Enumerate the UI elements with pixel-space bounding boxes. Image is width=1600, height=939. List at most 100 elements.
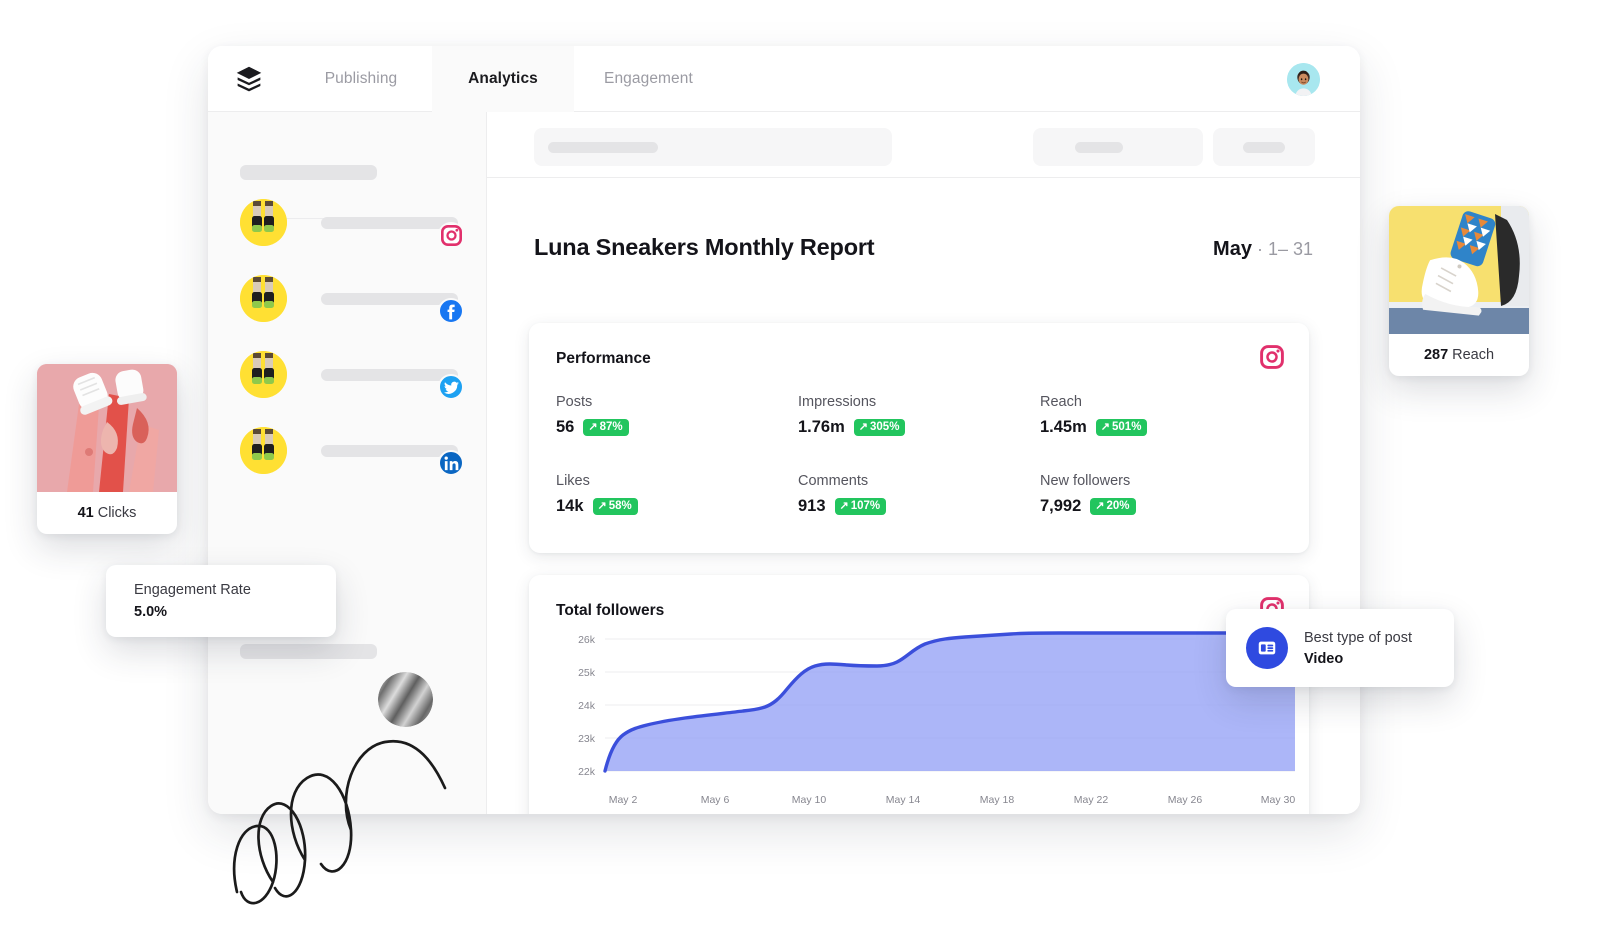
sidebar-account-name-placeholder: [321, 216, 458, 229]
trend-up-icon: ↗: [839, 499, 849, 512]
engagement-rate-float-card[interactable]: Engagement Rate 5.0%: [106, 565, 336, 637]
total-followers-card-title: Total followers: [556, 602, 665, 619]
avatar: [240, 427, 287, 474]
app-logo[interactable]: [208, 65, 290, 93]
avatar[interactable]: [1287, 63, 1320, 96]
metric-delta: 501%: [1112, 420, 1142, 433]
sidebar-account-name-placeholder: [321, 368, 458, 381]
sidebar-account-facebook[interactable]: [240, 275, 464, 324]
toolbar-button-2-label: [1243, 141, 1285, 153]
metric-delta: 305%: [870, 420, 900, 433]
report-header: Luna Sneakers Monthly Report May · 1– 31: [534, 234, 1313, 261]
metric-value: 56: [556, 418, 575, 436]
metric-value: 1.76m: [798, 418, 845, 436]
metric-posts: Posts 56 ↗ 87%: [556, 394, 798, 437]
sidebar-account-linkedin[interactable]: [240, 427, 464, 476]
reach-value: 287: [1423, 347, 1449, 363]
metric-delta: 20%: [1106, 499, 1130, 512]
report-month: May: [1213, 238, 1252, 260]
tab-analytics-label: Analytics: [468, 69, 538, 87]
metric-delta: 87%: [599, 420, 623, 433]
x-tick-label: May 6: [701, 794, 730, 806]
sneaker-avatar-icon: [240, 427, 287, 474]
texture-photo-icon: [378, 672, 433, 727]
best-post-float-card[interactable]: Best type of post Video: [1226, 609, 1454, 687]
linkedin-icon: [438, 450, 464, 476]
x-tick-label: May 30: [1261, 794, 1296, 806]
metric-label: Posts: [556, 394, 593, 410]
performance-card: Performance Posts 56 ↗ 87% Impressions 1…: [529, 323, 1309, 553]
sidebar-account-name-placeholder: [321, 292, 458, 305]
status-badge: ↗ 87%: [583, 419, 629, 436]
instagram-icon: [438, 222, 464, 248]
y-tick-label: 25k: [578, 667, 596, 679]
search-input[interactable]: [534, 128, 892, 166]
sneaker-yellow-photo: [1389, 206, 1529, 334]
user-avatar-icon: [1287, 63, 1320, 96]
x-tick-label: May 18: [980, 794, 1015, 806]
sneaker-avatar-icon: [240, 351, 287, 398]
sidebar-account-name-placeholder: [321, 444, 458, 457]
search-placeholder: [548, 141, 658, 153]
sidebar-footer-placeholder: [240, 644, 377, 659]
tab-engagement[interactable]: Engagement: [574, 46, 723, 112]
metric-delta: 107%: [850, 499, 881, 512]
trend-up-icon: ↗: [597, 499, 607, 512]
content-toolbar: [487, 112, 1360, 178]
engagement-rate-value: 5.0%: [134, 604, 168, 620]
metric-label: Likes: [556, 473, 590, 489]
chart-x-axis: May 2 May 6 May 10 May 14 May 18 May 22 …: [609, 794, 1296, 806]
x-tick-label: May 2: [609, 794, 638, 806]
nav-tabs: Publishing Analytics Engagement: [290, 46, 723, 112]
buffer-stack-logo-icon: [236, 66, 262, 91]
y-tick-label: 24k: [578, 700, 596, 712]
sidebar: [208, 112, 487, 814]
metric-new-followers: New followers 7,992 ↗ 20%: [1040, 473, 1282, 516]
reach-float-card[interactable]: 287 Reach: [1389, 206, 1529, 376]
metric-value: 14k: [556, 497, 584, 515]
avatar: [240, 351, 287, 398]
tab-publishing-label: Publishing: [324, 69, 398, 87]
status-badge: ↗ 107%: [834, 498, 887, 515]
status-badge: ↗ 305%: [853, 419, 906, 436]
metric-value: 7,992: [1040, 497, 1082, 515]
toolbar-button-1-label: [1075, 141, 1123, 153]
page-title: Luna Sneakers Monthly Report: [534, 234, 875, 260]
toolbar-button-2[interactable]: [1213, 128, 1315, 166]
sidebar-account-twitter[interactable]: [240, 351, 464, 400]
reach-caption: 287 Reach: [1389, 334, 1529, 376]
facebook-icon: [438, 298, 464, 324]
tab-analytics[interactable]: Analytics: [432, 46, 574, 112]
metric-row: Posts 56 ↗87% Impressions 1.76m ↗305%: [556, 394, 1282, 437]
engagement-rate-label: Engagement Rate: [134, 582, 251, 598]
metric-label: Reach: [1040, 394, 1082, 410]
metric-comments: Comments 913 ↗ 107%: [798, 473, 1040, 516]
sidebar-account-instagram[interactable]: [240, 199, 464, 248]
x-tick-label: May 14: [886, 794, 921, 806]
tab-engagement-label: Engagement: [604, 69, 693, 87]
trend-up-icon: ↗: [858, 420, 869, 433]
status-badge: ↗ 20%: [1090, 498, 1136, 515]
status-badge: ↗ 58%: [592, 498, 638, 515]
toolbar-button-1[interactable]: [1033, 128, 1203, 166]
x-tick-label: May 26: [1168, 794, 1203, 806]
avatar: [240, 199, 287, 246]
sneaker-legs-pink-photo: [37, 364, 177, 492]
report-days: 1– 31: [1267, 239, 1313, 259]
x-tick-label: May 22: [1074, 794, 1109, 806]
metric-value: 1.45m: [1040, 418, 1087, 436]
metric-likes: Likes 14k ↗ 58%: [556, 473, 798, 516]
metric-impressions: Impressions 1.76m ↗ 305%: [798, 394, 1040, 437]
instagram-icon: [1260, 345, 1284, 369]
avatar: [240, 275, 287, 322]
range-separator: ·: [1256, 239, 1263, 259]
metric-value: 913: [798, 497, 826, 515]
app-topbar: Publishing Analytics Engagement: [208, 46, 1360, 112]
chart-svg: 26k 25k 24k 23k 22k May 2 May 6 May 10 M…: [578, 631, 1297, 806]
app-window: Publishing Analytics Engagement Luna Sne…: [208, 46, 1360, 814]
metric-label: New followers: [1040, 473, 1131, 489]
metric-label: Comments: [798, 473, 869, 489]
clicks-float-card[interactable]: 41 Clicks: [37, 364, 177, 534]
report-date-range[interactable]: May · 1– 31: [1213, 238, 1313, 261]
tab-publishing[interactable]: Publishing: [290, 46, 432, 112]
